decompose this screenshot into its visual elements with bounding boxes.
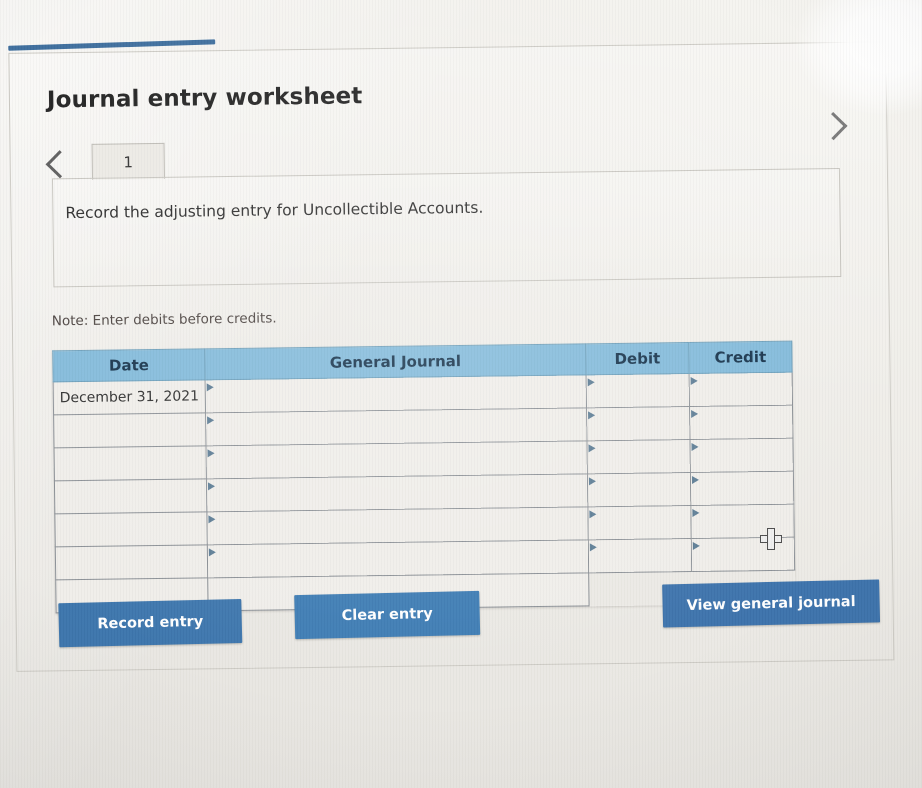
worksheet-tab-label: 1 bbox=[123, 152, 134, 171]
date-cell[interactable] bbox=[53, 445, 207, 481]
general-journal-cell[interactable] bbox=[205, 440, 588, 479]
debit-cell[interactable] bbox=[586, 373, 690, 408]
dropdown-marker-icon bbox=[207, 416, 215, 425]
chevron-left-glyph bbox=[45, 150, 74, 179]
column-header-debit: Debit bbox=[585, 342, 690, 375]
general-journal-value bbox=[206, 375, 586, 412]
date-cell[interactable] bbox=[54, 511, 208, 547]
clear-entry-button[interactable]: Clear entry bbox=[294, 590, 481, 640]
dropdown-marker-icon bbox=[588, 411, 596, 420]
credit-cell[interactable] bbox=[690, 471, 794, 506]
dropdown-marker-icon bbox=[208, 515, 216, 524]
date-cell[interactable]: December 31, 2021 bbox=[53, 379, 206, 415]
debit-value bbox=[589, 539, 691, 572]
debit-cell[interactable] bbox=[586, 406, 690, 441]
record-entry-label: Record entry bbox=[97, 613, 204, 633]
general-journal-value bbox=[206, 441, 586, 478]
journal-entry-table: Date General Journal Debit Credit Decemb… bbox=[52, 341, 796, 614]
dropdown-marker-icon bbox=[691, 409, 699, 418]
general-journal-cell[interactable] bbox=[205, 407, 587, 446]
dropdown-marker-icon bbox=[587, 378, 595, 387]
debit-value bbox=[588, 473, 690, 506]
record-entry-button[interactable]: Record entry bbox=[58, 598, 243, 648]
debit-value bbox=[587, 407, 689, 440]
worksheet-tab-1[interactable]: 1 bbox=[91, 142, 165, 180]
debit-cell[interactable] bbox=[586, 439, 691, 474]
credit-value bbox=[691, 472, 793, 505]
dropdown-marker-icon bbox=[589, 543, 597, 552]
credit-value bbox=[690, 406, 792, 439]
credit-cell[interactable] bbox=[689, 405, 793, 440]
dropdown-marker-icon bbox=[206, 383, 214, 392]
debits-before-credits-note: Note: Enter debits before credits. bbox=[51, 310, 277, 330]
clear-entry-label: Clear entry bbox=[341, 605, 433, 625]
screenshot-root: Journal entry worksheet 1 Record the adj… bbox=[0, 0, 922, 788]
column-header-general-journal: General Journal bbox=[204, 343, 587, 380]
general-journal-cell[interactable] bbox=[206, 473, 588, 512]
chevron-right-glyph bbox=[819, 111, 848, 141]
view-general-journal-label: View general journal bbox=[686, 593, 856, 614]
general-journal-cell[interactable] bbox=[207, 539, 589, 578]
dropdown-marker-icon bbox=[589, 510, 597, 519]
column-header-credit: Credit bbox=[688, 341, 793, 374]
view-general-journal-button[interactable]: View general journal bbox=[662, 579, 881, 628]
credit-cell[interactable] bbox=[689, 438, 794, 473]
dropdown-marker-icon bbox=[691, 475, 700, 484]
dropdown-marker-icon bbox=[208, 548, 216, 557]
date-cell[interactable] bbox=[53, 412, 206, 448]
crosshair-cursor-icon bbox=[760, 528, 782, 550]
debit-cell[interactable] bbox=[588, 538, 692, 573]
chevron-right-icon[interactable] bbox=[819, 111, 849, 142]
column-header-date: Date bbox=[52, 348, 206, 382]
dropdown-marker-icon bbox=[691, 442, 699, 451]
active-tab-underline bbox=[8, 39, 216, 51]
general-journal-value bbox=[207, 474, 587, 511]
date-cell[interactable] bbox=[54, 478, 207, 514]
general-journal-cell[interactable] bbox=[206, 506, 589, 545]
debit-cell[interactable] bbox=[587, 505, 692, 540]
dropdown-marker-icon bbox=[588, 444, 596, 453]
dropdown-marker-icon bbox=[692, 541, 700, 550]
credit-value bbox=[690, 439, 792, 472]
debit-value bbox=[588, 506, 690, 539]
chevron-left-icon[interactable] bbox=[45, 150, 76, 180]
dropdown-marker-icon bbox=[690, 376, 698, 385]
dropdown-marker-icon bbox=[207, 449, 215, 458]
general-journal-cell[interactable] bbox=[205, 374, 587, 413]
debit-cell[interactable] bbox=[587, 472, 691, 507]
page-title: Journal entry worksheet bbox=[46, 83, 363, 114]
transaction-description-box bbox=[51, 168, 842, 288]
dropdown-marker-icon bbox=[588, 477, 597, 486]
date-cell[interactable] bbox=[55, 544, 208, 580]
dropdown-marker-icon bbox=[207, 482, 216, 491]
general-journal-value bbox=[207, 507, 587, 544]
dropdown-marker-icon bbox=[692, 508, 700, 517]
page-content-wrapper: Journal entry worksheet 1 Record the adj… bbox=[0, 0, 922, 788]
general-journal-value bbox=[206, 408, 586, 445]
general-journal-value bbox=[208, 540, 588, 577]
credit-cell[interactable] bbox=[689, 372, 793, 407]
debit-value bbox=[587, 440, 689, 473]
credit-value bbox=[690, 373, 792, 406]
debit-value bbox=[587, 374, 689, 407]
cursor-center-fill bbox=[768, 536, 774, 542]
